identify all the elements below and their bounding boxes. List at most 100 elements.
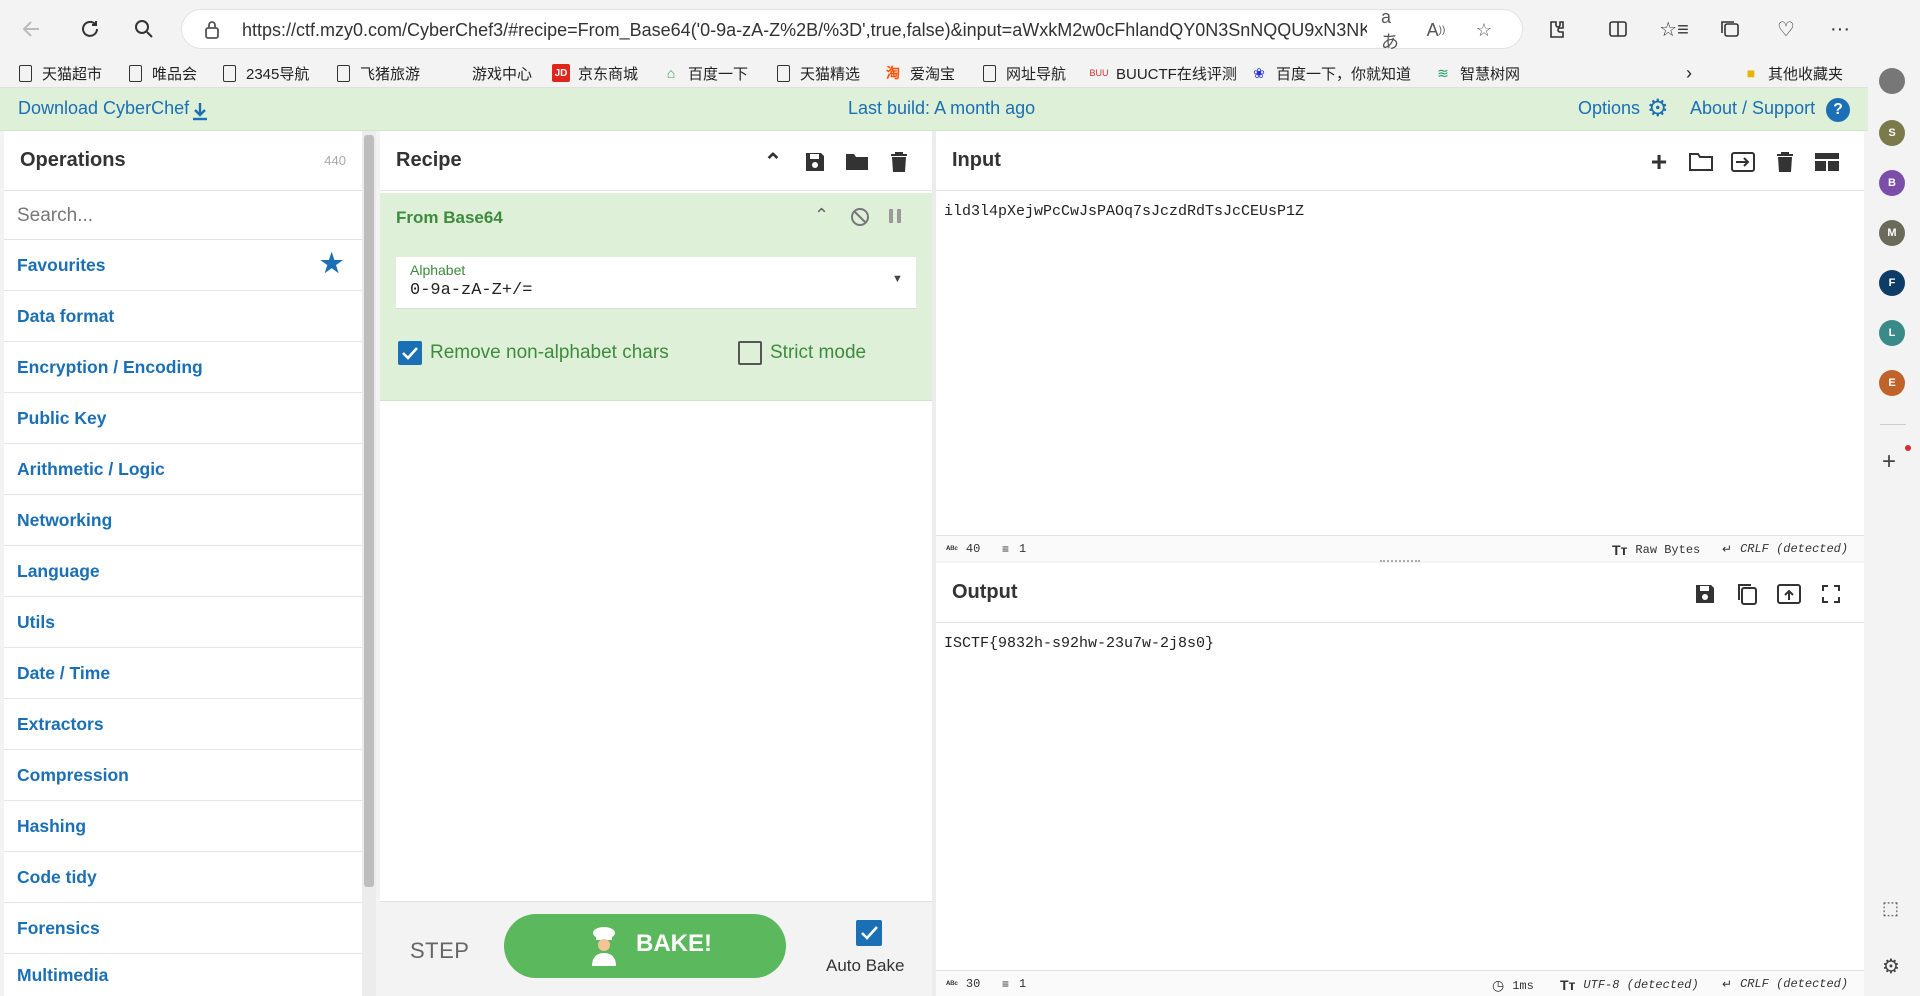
bookmark-item[interactable]: 飞猪旅游: [334, 62, 420, 84]
strict-mode-label[interactable]: Strict mode: [770, 342, 866, 364]
open-folder-icon[interactable]: [1688, 149, 1714, 175]
download-cyberchef-link[interactable]: Download CyberChef: [18, 98, 189, 119]
category-label: Networking: [17, 509, 113, 530]
bookmark-item[interactable]: 淘爱淘宝: [884, 62, 955, 84]
sidebar-profile-avatar[interactable]: [1879, 68, 1905, 94]
sidebar-app-avatar[interactable]: E: [1879, 370, 1905, 396]
strict-mode-checkbox[interactable]: [738, 341, 762, 365]
reset-layout-icon[interactable]: [1814, 149, 1840, 175]
bookmark-item[interactable]: ⌂ 百度一下: [662, 62, 748, 84]
category-favourites[interactable]: Favourites ★: [4, 240, 362, 291]
input-encoding-selector[interactable]: Tт Raw Bytes: [1612, 542, 1700, 558]
bookmark-item[interactable]: ❀ 百度一下，你就知道: [1250, 62, 1411, 84]
category-arithmetic-logic[interactable]: Arithmetic / Logic: [4, 444, 362, 495]
output-text[interactable]: ISCTF{9832h-s92hw-23u7w-2j8s0}: [944, 635, 1214, 652]
bookmark-item[interactable]: 唯品会: [126, 62, 197, 84]
remove-nonalpha-checkbox[interactable]: [398, 341, 422, 365]
category-encryption-encoding[interactable]: Encryption / Encoding: [4, 342, 362, 393]
more-menu-icon[interactable]: ···: [1822, 11, 1858, 47]
save-output-icon[interactable]: [1692, 581, 1718, 607]
disable-operation-icon[interactable]: [850, 207, 870, 227]
trash-icon[interactable]: [886, 149, 912, 175]
about-support-link[interactable]: About / Support: [1690, 98, 1815, 119]
remove-nonalpha-label[interactable]: Remove non-alphabet chars: [430, 342, 669, 364]
translate-icon[interactable]: aあ: [1381, 7, 1405, 52]
bookmark-item[interactable]: JD 京东商城: [552, 62, 638, 84]
category-compression[interactable]: Compression: [4, 750, 362, 801]
save-icon[interactable]: [802, 149, 828, 175]
taobao-icon: 淘: [886, 65, 900, 81]
collections-icon[interactable]: [1712, 11, 1748, 47]
output-eol-selector[interactable]: ↵ CRLF (detected): [1722, 977, 1848, 991]
alphabet-select[interactable]: Alphabet 0-9a-zA-Z+/= ▼: [396, 257, 916, 309]
search-button[interactable]: [126, 11, 162, 47]
options-link[interactable]: Options: [1578, 98, 1640, 119]
bookmark-item[interactable]: 游戏中心: [446, 62, 532, 84]
download-icon[interactable]: [190, 101, 210, 126]
collapse-chevron-up-icon[interactable]: ⌃: [760, 149, 786, 175]
maximise-output-icon[interactable]: [1818, 581, 1844, 607]
input-eol-selector[interactable]: ↵ CRLF (detected): [1722, 542, 1848, 556]
bookmark-item[interactable]: 网址导航: [980, 62, 1066, 84]
bookmark-item[interactable]: BUU BUUCTF在线评测: [1090, 62, 1237, 84]
category-forensics[interactable]: Forensics: [4, 903, 362, 954]
lock-icon[interactable]: [200, 18, 224, 42]
step-button[interactable]: STEP: [410, 938, 469, 964]
help-icon[interactable]: ?: [1826, 98, 1850, 122]
browser-essentials-icon[interactable]: ♡: [1768, 11, 1804, 47]
extensions-icon[interactable]: [1538, 11, 1574, 47]
output-encoding-selector[interactable]: Tт UTF-8 (detected): [1560, 977, 1699, 993]
back-button[interactable]: [14, 11, 50, 47]
read-aloud-icon[interactable]: A)): [1424, 18, 1448, 42]
category-language[interactable]: Language: [4, 546, 362, 597]
favorite-star-icon[interactable]: ☆: [1472, 18, 1496, 42]
category-multimedia[interactable]: Multimedia: [4, 954, 362, 996]
category-hashing[interactable]: Hashing: [4, 801, 362, 852]
operation-collapse-chevron-up-icon[interactable]: ⌃: [814, 205, 829, 226]
auto-bake-label[interactable]: Auto Bake: [826, 956, 904, 976]
sidebar-app-avatar[interactable]: L: [1879, 320, 1905, 346]
operations-scrollbar-track[interactable]: [362, 131, 376, 996]
load-file-icon[interactable]: [1730, 149, 1756, 175]
address-bar[interactable]: https://ctf.mzy0.com/CyberChef3/#recipe=…: [181, 7, 1523, 52]
recipe-operation-from-base64[interactable]: From Base64 ⌃ Alphabet 0-9a-zA-Z+/= ▼ Re…: [380, 193, 932, 401]
category-date-time[interactable]: Date / Time: [4, 648, 362, 699]
category-extractors[interactable]: Extractors: [4, 699, 362, 750]
refresh-button[interactable]: [72, 11, 108, 47]
folder-open-icon[interactable]: [844, 149, 870, 175]
bake-button[interactable]: BAKE!: [504, 914, 786, 978]
category-networking[interactable]: Networking: [4, 495, 362, 546]
sidebar-app-avatar[interactable]: M: [1879, 220, 1905, 246]
bookmark-item[interactable]: 天猫精选: [774, 62, 860, 84]
favorites-icon[interactable]: ☆≡: [1656, 11, 1692, 47]
pause-breakpoint-icon[interactable]: [888, 208, 902, 224]
category-utils[interactable]: Utils: [4, 597, 362, 648]
add-app-plus-icon[interactable]: +: [1882, 448, 1896, 476]
bookmark-item[interactable]: 天猫超市: [16, 62, 102, 84]
bookmark-label: 其他收藏夹: [1768, 65, 1844, 83]
category-data-format[interactable]: Data format: [4, 291, 362, 342]
input-textarea[interactable]: ild3l4pXejwPcCwJsPAOq7sJczdRdTsJcCEUsP1Z: [944, 203, 1304, 220]
operations-scrollbar-thumb[interactable]: [364, 135, 374, 887]
auto-bake-checkbox[interactable]: [856, 920, 882, 946]
category-code-tidy[interactable]: Code tidy: [4, 852, 362, 903]
category-public-key[interactable]: Public Key: [4, 393, 362, 444]
bookmarks-overflow-chevron-icon[interactable]: ›: [1686, 62, 1692, 84]
clear-input-trash-icon[interactable]: [1772, 149, 1798, 175]
split-screen-icon[interactable]: [1600, 11, 1636, 47]
sidebar-app-avatar[interactable]: F: [1879, 270, 1905, 296]
add-tab-plus-icon[interactable]: +: [1646, 146, 1672, 177]
url-text[interactable]: https://ctf.mzy0.com/CyberChef3/#recipe=…: [242, 20, 1367, 41]
bookmark-item[interactable]: 2345导航: [220, 62, 309, 84]
replace-input-icon[interactable]: [1776, 581, 1802, 607]
other-bookmarks-folder[interactable]: ■ 其他收藏夹: [1742, 62, 1843, 84]
gear-icon[interactable]: ⚙: [1647, 97, 1669, 121]
operations-search-input[interactable]: Search...: [4, 192, 362, 240]
sidebar-app-avatar[interactable]: B: [1879, 170, 1905, 196]
sidebar-app-avatar[interactable]: S: [1879, 120, 1905, 146]
bake-controls: STEP BAKE! Auto Bake: [380, 901, 932, 996]
screenshot-icon[interactable]: ⬚: [1882, 898, 1899, 919]
bookmark-item[interactable]: ≋ 智慧树网: [1434, 62, 1520, 84]
copy-output-icon[interactable]: [1734, 581, 1760, 607]
settings-gear-icon[interactable]: ⚙: [1882, 954, 1900, 979]
